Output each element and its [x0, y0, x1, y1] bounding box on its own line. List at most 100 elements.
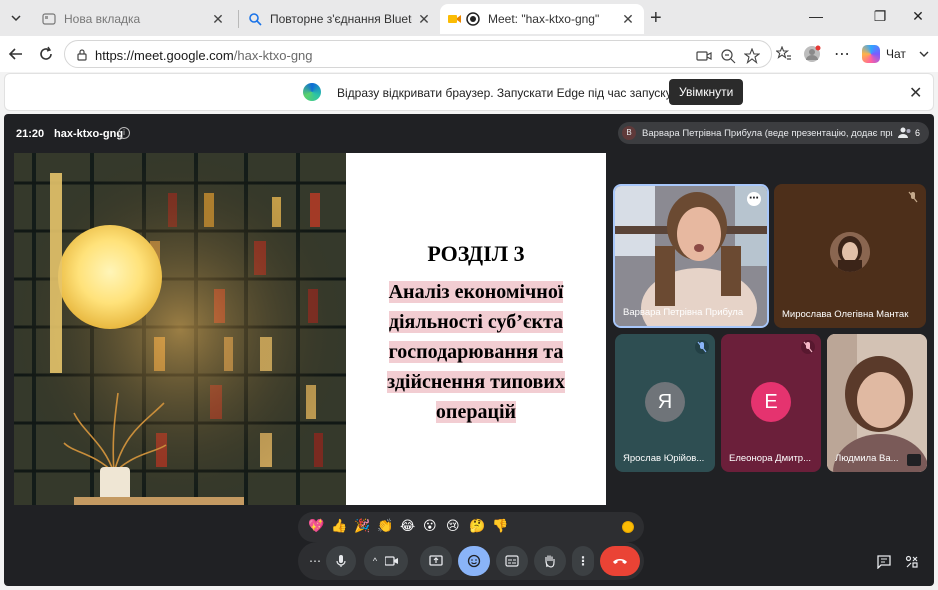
presenter-label: Варвара Петрівна Прибула (веде презентац…: [642, 127, 922, 139]
raise-hand-button[interactable]: [534, 546, 566, 576]
muted-mic-icon: [801, 340, 815, 354]
tab-strip: Нова вкладка ✕ Повторне з'єднання Blueto…: [0, 0, 938, 36]
close-window-button[interactable]: ✕: [908, 8, 928, 25]
chevron-down-icon: [919, 51, 929, 57]
participant-tile[interactable]: Я Ярослав Юрійов...: [615, 334, 715, 472]
more-vertical-icon: ⋮: [577, 554, 589, 568]
participant-tile[interactable]: Мирослава Олегівна Мантак: [774, 184, 926, 328]
meeting-info-icon[interactable]: i: [118, 127, 130, 139]
reaction-sad[interactable]: 😢: [446, 518, 460, 534]
slide-line: операцій: [435, 401, 517, 423]
participant-tile[interactable]: ⋯ Варвара Петрівна Прибула: [613, 184, 769, 328]
emoji-reactions-button[interactable]: [458, 546, 490, 576]
call-controls: ⋯ ^ ⋮: [298, 542, 644, 580]
new-tab-button[interactable]: +: [650, 8, 662, 28]
arrow-left-icon: [8, 48, 22, 60]
url-text[interactable]: https://meet.google.com/hax-ktxo-gng: [95, 48, 313, 63]
present-screen-button[interactable]: [420, 546, 452, 576]
slide-photo-library: [14, 153, 346, 505]
reaction-party[interactable]: 🎉: [354, 518, 370, 534]
reaction-thumbs-down[interactable]: 👎: [492, 518, 508, 534]
camera-in-use-icon[interactable]: [695, 47, 713, 65]
site-info-icon[interactable]: [75, 48, 89, 62]
participant-count: 6: [914, 128, 920, 138]
slide-body: Аналіз економічної діяльності суб’єкта г…: [366, 277, 586, 427]
activities-button[interactable]: [900, 550, 924, 574]
reactions-bar: 💖 👍 🎉 👏 😂 😮 😢 🤔 👎: [298, 512, 644, 542]
participant-tile[interactable]: Людмила Ва...: [827, 334, 927, 472]
camera-button[interactable]: ^: [364, 546, 408, 576]
captions-button[interactable]: [496, 546, 528, 576]
favorite-star-icon[interactable]: [743, 47, 761, 65]
avatar: [830, 232, 870, 272]
copilot-dropdown[interactable]: [914, 44, 934, 64]
clock: 21:20: [16, 128, 45, 140]
tab-title: Повторне з'єднання Bluetooth-на: [270, 12, 412, 26]
tab-divider: [238, 10, 239, 28]
presenter-indicator[interactable]: В Варвара Петрівна Прибула (веде презент…: [618, 122, 930, 144]
edge-logo-icon: [303, 83, 321, 101]
close-tab-icon[interactable]: ✕: [620, 11, 636, 28]
browser-toolbar: https://meet.google.com/hax-ktxo-gng ⋯ Ч…: [0, 36, 938, 72]
meeting-code: hax-ktxo-gng: [54, 128, 124, 140]
reaction-thinking[interactable]: 🤔: [469, 518, 485, 534]
participant-name: Людмила Ва...: [835, 453, 899, 464]
tile-options-button[interactable]: ⋯: [747, 192, 761, 206]
copilot-chat-button[interactable]: Чат: [862, 42, 906, 66]
favorites-list-icon: [776, 46, 791, 60]
present-icon: [429, 555, 443, 566]
back-button[interactable]: [6, 44, 26, 64]
slide-line: здійснення типових: [387, 371, 565, 393]
people-icon: [897, 127, 911, 138]
participant-name: Ярослав Юрійов...: [623, 453, 705, 464]
profile-button[interactable]: [802, 44, 822, 64]
tab-new-tab[interactable]: Нова вкладка ✕: [34, 4, 234, 34]
chevron-up-icon: ^: [372, 556, 378, 566]
more-horizontal-icon: ⋯: [834, 46, 850, 63]
activities-icon: [905, 555, 918, 568]
enable-button[interactable]: Увімкнути: [669, 79, 744, 105]
settings-more-button[interactable]: ⋯: [832, 44, 852, 64]
close-tab-icon[interactable]: ✕: [416, 11, 432, 28]
restore-button[interactable]: ❐: [870, 8, 890, 25]
zoom-icon[interactable]: [719, 47, 737, 65]
url-host: https://meet.google.com: [95, 48, 234, 63]
reaction-heart[interactable]: 💖: [308, 518, 324, 534]
chat-panel-button[interactable]: [872, 550, 896, 574]
more-horizontal-icon: ⋯: [749, 193, 759, 204]
people-count-button[interactable]: 6: [892, 122, 926, 144]
more-options-button[interactable]: ⋮: [572, 546, 594, 576]
leave-call-button[interactable]: [600, 546, 640, 576]
reaction-laugh[interactable]: 😂: [400, 518, 415, 534]
more-reactions-button[interactable]: ⋯: [304, 546, 326, 576]
hang-up-icon: [613, 559, 627, 564]
refresh-icon: [40, 46, 52, 60]
slide-heading: РОЗДІЛ 3: [427, 241, 525, 266]
more-horizontal-icon: ⋯: [309, 554, 321, 568]
captions-icon: [505, 555, 519, 567]
chat-icon: [877, 555, 891, 569]
refresh-button[interactable]: [36, 44, 56, 64]
participant-name: Елеонора Дмитр...: [729, 453, 812, 464]
hand-icon: [545, 555, 555, 568]
reaction-clap[interactable]: 👏: [377, 518, 393, 534]
slide-line: Аналіз економічної: [388, 281, 564, 303]
tab-meet[interactable]: Meet: "hax-ktxo-gng" ✕: [440, 4, 644, 34]
microphone-icon: [336, 555, 346, 567]
slide-line: господарювання та: [388, 341, 564, 363]
favorites-button[interactable]: [774, 44, 794, 64]
participant-tile[interactable]: Е Елеонора Дмитр...: [721, 334, 821, 472]
presentation-slide: РОЗДІЛ 3 Аналіз економічної діяльності с…: [14, 153, 606, 505]
microphone-button[interactable]: [326, 546, 356, 576]
close-icon[interactable]: ✕: [909, 83, 922, 103]
tab-bluetooth[interactable]: Повторне з'єднання Bluetooth-на ✕: [240, 4, 440, 34]
tab-actions-menu-button[interactable]: [4, 6, 28, 30]
reaction-thumbs-up[interactable]: 👍: [331, 518, 347, 534]
chevron-down-icon: [11, 15, 21, 22]
skin-tone-picker-icon[interactable]: [622, 521, 634, 533]
address-bar[interactable]: https://meet.google.com/hax-ktxo-gng: [64, 40, 772, 68]
close-tab-icon[interactable]: ✕: [210, 11, 226, 28]
reaction-surprised[interactable]: 😮: [423, 518, 437, 534]
camera-icon: [385, 556, 399, 566]
minimize-button[interactable]: —: [806, 8, 826, 24]
